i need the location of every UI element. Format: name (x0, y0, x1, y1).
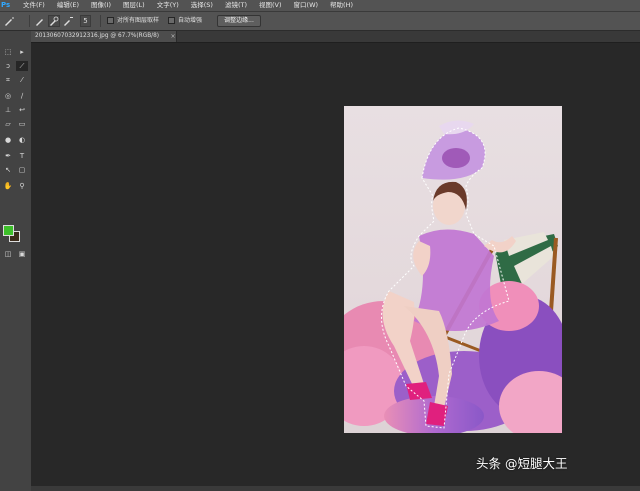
healing-brush-icon[interactable]: ◎ (2, 91, 14, 101)
auto-enhance-label: 自动增强 (178, 17, 203, 24)
menu-file[interactable]: 文件(F) (17, 0, 51, 11)
screen-mode-icon[interactable]: ▣ (16, 249, 28, 259)
lasso-icon[interactable]: ↄ (2, 61, 14, 71)
marquee-icon[interactable]: ⬚ (2, 47, 14, 57)
photo-illustration (344, 120, 562, 433)
menu-items: 文件(F) 编辑(E) 图像(I) 图层(L) 文字(Y) 选择(S) 滤镜(T… (17, 0, 359, 11)
pen-icon[interactable]: ✒ (2, 151, 14, 161)
eyedropper-icon[interactable]: ⁄ (16, 75, 28, 85)
move-icon[interactable]: ▸ (16, 47, 28, 57)
menu-edit[interactable]: 编辑(E) (51, 0, 85, 11)
document-tab[interactable]: 20130607032912316.jpg @ 67.7%(RGB/8) × (31, 31, 177, 42)
status-bar (31, 486, 640, 491)
shape-icon[interactable]: ▢ (16, 165, 28, 175)
menu-view[interactable]: 视图(V) (253, 0, 288, 11)
crop-icon[interactable]: ⌗ (2, 75, 14, 85)
brush-size-value: 5 (83, 17, 88, 25)
document-tab-title: 20130607032912316.jpg @ 67.7%(RGB/8) (35, 33, 160, 39)
menu-help[interactable]: 帮助(H) (324, 0, 359, 11)
blur-icon[interactable]: ● (2, 135, 14, 145)
add-to-selection-icon[interactable] (48, 15, 60, 27)
options-divider (29, 15, 30, 27)
options-divider (100, 15, 101, 27)
subtract-from-selection-icon[interactable] (62, 15, 74, 27)
zoom-icon[interactable]: ⚲ (16, 181, 28, 191)
tool-preset-icon[interactable] (3, 15, 15, 27)
type-icon[interactable]: T (16, 151, 28, 161)
document-image[interactable] (344, 106, 562, 433)
new-selection-icon[interactable] (34, 15, 46, 27)
sample-all-layers-label: 对所有图层取样 (117, 17, 160, 24)
sample-all-layers-checkbox[interactable] (107, 17, 114, 24)
brush-icon[interactable]: ∕ (16, 91, 28, 101)
eraser-icon[interactable]: ▱ (2, 119, 14, 129)
menu-filter[interactable]: 滤镜(T) (219, 0, 253, 11)
quick-mask-icon[interactable]: ◫ (2, 249, 14, 259)
options-bar: 5 对所有图层取样 自动增强 调整边缘... (0, 12, 640, 31)
refine-edge-button[interactable]: 调整边缘... (217, 15, 261, 27)
tools-panel: ⬚ ▸ ↄ ⟋ ⌗ ⁄ ◎ ∕ ⊥ ↩ ▱ ▭ ● ◐ ✒ T ↖ ▢ ✋ ⚲ … (0, 31, 32, 491)
menu-type[interactable]: 文字(Y) (151, 0, 185, 11)
close-tab-icon[interactable]: × (169, 31, 177, 42)
menu-bar: Ps 文件(F) 编辑(E) 图像(I) 图层(L) 文字(Y) 选择(S) 滤… (0, 0, 640, 12)
menu-window[interactable]: 窗口(W) (288, 0, 325, 11)
menu-layer[interactable]: 图层(L) (117, 0, 151, 11)
hand-icon[interactable]: ✋ (2, 181, 14, 191)
brush-size-picker[interactable]: 5 (80, 15, 91, 27)
path-selection-icon[interactable]: ↖ (2, 165, 14, 175)
watermark: 头条 @短腿大王 (476, 456, 568, 471)
dodge-icon[interactable]: ◐ (16, 135, 28, 145)
gradient-icon[interactable]: ▭ (16, 119, 28, 129)
foreground-color-swatch[interactable] (3, 225, 14, 236)
document-tab-bar: 20130607032912316.jpg @ 67.7%(RGB/8) × (31, 31, 640, 43)
app-logo[interactable]: Ps (1, 0, 15, 11)
auto-enhance-checkbox[interactable] (168, 17, 175, 24)
quick-selection-icon[interactable]: ⟋ (16, 61, 28, 71)
menu-select[interactable]: 选择(S) (185, 0, 219, 11)
history-brush-icon[interactable]: ↩ (16, 105, 28, 115)
menu-image[interactable]: 图像(I) (85, 0, 117, 11)
clone-stamp-icon[interactable]: ⊥ (2, 105, 14, 115)
